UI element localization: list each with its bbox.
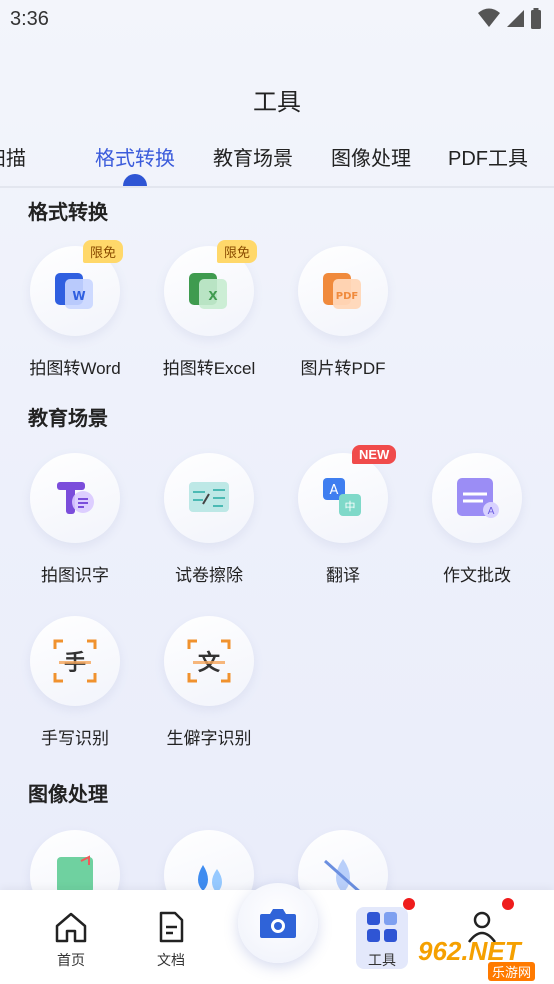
section-title-format: 格式转换 — [28, 202, 108, 224]
svg-text:A: A — [330, 483, 339, 498]
status-time: 3:36 — [10, 8, 49, 30]
active-tab-indicator — [123, 174, 147, 186]
badge-new: NEW — [352, 445, 397, 464]
tools-grid-icon — [367, 912, 397, 942]
tool-label: 翻译 — [326, 566, 360, 585]
tab-education[interactable]: 教育场景 — [213, 142, 293, 171]
tool-icon-circle — [164, 453, 254, 543]
tool-label: 拍图转Excel — [162, 359, 256, 378]
tab-pdf-tools[interactable]: PDF工具 — [448, 142, 528, 171]
nav-label: 首页 — [57, 952, 85, 968]
excel-icon: X — [189, 273, 227, 309]
section-title-image: 图像处理 — [28, 784, 108, 806]
nav-label: 文档 — [157, 952, 185, 968]
word-icon: W — [55, 273, 93, 309]
text-recognition-icon — [57, 482, 94, 514]
svg-text:X: X — [208, 289, 218, 303]
camera-icon — [260, 909, 296, 938]
essay-correct-icon: A — [457, 478, 499, 518]
camera-button[interactable] — [238, 883, 318, 963]
svg-text:PDF: PDF — [336, 291, 358, 302]
svg-text:中: 中 — [345, 500, 356, 513]
tab-divider — [0, 186, 554, 188]
notification-dot — [403, 898, 415, 910]
tool-icon-circle: PDF — [298, 246, 388, 336]
tool-icon-circle — [30, 453, 120, 543]
status-icons — [478, 8, 542, 30]
handwriting-icon: 手 — [53, 639, 97, 683]
notification-dot — [502, 898, 514, 910]
tab-image-process[interactable]: 图像处理 — [331, 142, 411, 171]
tool-label: 手写识别 — [41, 729, 109, 748]
wifi-icon — [478, 8, 500, 27]
tool-icon-circle: A — [432, 453, 522, 543]
tool-label: 图片转PDF — [300, 359, 386, 378]
tool-icon-circle: 手 — [30, 616, 120, 706]
watermark-sub: 乐游网 — [488, 962, 536, 981]
site-watermark: 962.NET 乐游网 — [418, 930, 554, 984]
pdf-icon: PDF — [323, 273, 361, 309]
tool-label: 拍图识字 — [41, 566, 109, 585]
document-icon — [159, 911, 184, 943]
tool-label: 试卷擦除 — [175, 566, 243, 585]
badge-limited-free: 限免 — [217, 240, 258, 263]
battery-icon — [531, 8, 541, 29]
status-bar: 3:36 — [0, 0, 554, 40]
home-icon — [55, 912, 87, 943]
svg-text:A: A — [488, 506, 495, 517]
nav-docs[interactable]: 文档 — [136, 890, 206, 984]
category-tabs: 扫描 格式转换 教育场景 图像处理 PDF工具 — [0, 138, 554, 186]
badge-limited-free: 限免 — [83, 240, 124, 263]
tool-label: 生僻字识别 — [166, 729, 252, 748]
signal-icon — [507, 10, 524, 27]
section-title-education: 教育场景 — [28, 408, 108, 430]
tool-label: 拍图转Word — [29, 359, 121, 378]
nav-home[interactable]: 首页 — [36, 890, 106, 984]
svg-text:W: W — [72, 289, 85, 303]
tab-format-convert[interactable]: 格式转换 — [95, 142, 175, 171]
paper-erase-icon — [189, 482, 229, 512]
tool-label: 作文批改 — [443, 566, 511, 585]
nav-label: 工具 — [368, 952, 396, 968]
tool-icon-circle: A 中 — [298, 453, 388, 543]
tool-icon-circle: 文 — [164, 616, 254, 706]
tab-scan[interactable]: 扫描 — [0, 142, 26, 171]
page-title: 工具 — [253, 89, 301, 116]
rare-char-icon: 文 — [187, 639, 231, 683]
translate-icon: A 中 — [323, 478, 361, 516]
